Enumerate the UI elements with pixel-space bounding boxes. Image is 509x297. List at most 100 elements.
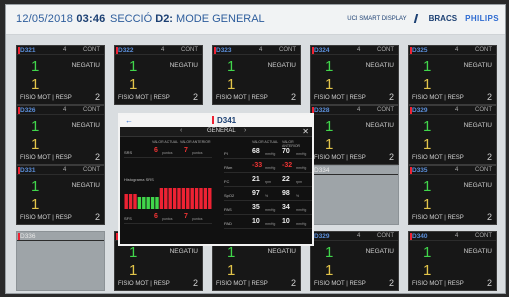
bed-fisio-count: 2 [486,278,492,288]
bed-tile[interactable]: D335 4 CONT 1 NEGATIU 1 FISIO MOT | RESP 2 [408,165,497,225]
bed-tile[interactable]: D334 [310,165,399,225]
section-mode: MODE GENERAL [176,13,265,25]
bed-count: 4 [455,107,459,113]
bed-value-yellow: 1 [31,76,40,93]
brand-name: BRACS [428,14,458,23]
bed-cont: CONT [377,107,394,113]
bed-id: D324 [314,47,330,54]
bed-value-green: 1 [325,58,334,75]
bed-tile[interactable]: D325 4 CONT 1 NEGATIU 1 FISIO MOT | RESP 2 [408,45,497,105]
back-arrow-icon[interactable]: ← [125,116,133,125]
date-time: 12/05/2018 03:46 [16,13,105,25]
bed-tile[interactable]: D340 4 CONT 1 NEGATIU 1 FISIO MOT | RESP 2 [408,231,497,291]
bed-fisio: FISIO MOT | RESP [412,155,464,161]
bed-tile[interactable]: D322 4 CONT 1 NEGATIU 1 FISIO MOT | RESP 2 [114,45,203,105]
bed-header: D331 4 CONT [17,166,104,175]
bed-header: D340 4 CONT [409,232,496,241]
bed-header: D334 [311,166,398,175]
bed-header: D324 4 CONT [311,46,398,55]
vital-label: PAD [224,221,232,226]
bed-fisio: FISIO MOT | RESP [412,95,464,101]
bed-value-green: 1 [423,58,432,75]
histogram-bar [150,197,155,209]
vital-prev-unit: mmHg [296,166,307,170]
row-prev-value: 7 [184,213,188,220]
bed-tile[interactable]: D326 4 CONT 1 NEGATIU 1 FISIO MOT | RESP 2 [16,105,105,165]
bed-value-green: 1 [31,118,40,135]
bed-tile[interactable]: D329 4 CONT 1 NEGATIU 1 FISIO MOT | RESP 2 [408,105,497,165]
bed-value-yellow: 1 [423,136,432,153]
bed-tile[interactable]: D329 4 CONT 1 NEGATIU 1 FISIO MOT | RESP 2 [310,231,399,291]
bed-id: D334 [314,167,330,174]
histogram-bar [133,194,137,209]
smart-display-window: 12/05/2018 03:46 SECCIÓ D2: MODE GENERAL… [5,4,506,294]
vital-row: PAS 35 mmHg 34 mmHg [224,203,312,215]
prev-tab-icon[interactable]: ‹ [180,127,182,134]
bed-value-yellow: 1 [325,76,334,93]
bed-status: NEGATIU [365,248,394,255]
bed-cont: CONT [475,47,492,53]
vital-unit: % [265,194,269,198]
bed-status: NEGATIU [169,248,198,255]
bed-cont: CONT [181,47,198,53]
vital-value: 10 [252,218,260,225]
bed-tile[interactable]: D321 4 CONT 1 NEGATIU 1 FISIO MOT | RESP 2 [16,45,105,105]
bed-status: NEGATIU [267,62,296,69]
bed-count: 4 [161,47,165,53]
vital-row: SpO2 97% 98% [224,189,312,201]
bed-cont: CONT [475,233,492,239]
vital-unit: mmHg [265,222,276,226]
bed-cont: CONT [83,107,100,113]
vital-prev-unit: mmHg [296,222,307,226]
bed-value-yellow: 1 [423,76,432,93]
popup-bed-id: D341 [217,116,237,125]
bed-fisio-count: 2 [94,152,100,162]
bed-header: D329 4 CONT [311,232,398,241]
bed-value-yellow: 1 [325,136,334,153]
right-col-actual: VALOR ACTUAL [252,140,279,144]
bed-tile[interactable]: D331 4 CONT 1 NEGATIU 1 FISIO MOT | RESP 2 [16,165,105,225]
bed-cont: CONT [83,167,100,173]
bed-cont: CONT [377,47,394,53]
bed-tile[interactable]: D324 4 CONT 1 NEGATIU 1 FISIO MOT | RESP 2 [310,45,399,105]
bed-fisio-count: 2 [388,278,394,288]
bed-tile[interactable]: D336 [16,231,105,291]
histogram-bar [177,188,181,209]
bed-status: NEGATIU [463,182,492,189]
bed-value-yellow: 1 [31,196,40,213]
srs-histogram [124,188,212,209]
vital-prev-unit: rpm [296,180,303,184]
bed-tile[interactable]: D328 4 CONT 1 NEGATIU 1 FISIO MOT | RESP 2 [310,105,399,165]
bed-count: 4 [357,47,361,53]
next-tab-icon[interactable]: › [244,127,246,134]
section-prefix: SECCIÓ [110,13,153,25]
bed-count: 4 [63,47,67,53]
left-col-actual: VALOR ACTUAL [152,140,179,144]
bed-id: D329 [314,233,330,240]
bed-fisio: FISIO MOT | RESP [20,155,72,161]
bed-header: D323 4 CONT [213,46,300,55]
bed-tile[interactable]: D323 4 CONT 1 NEGATIU 1 FISIO MOT | RESP 2 [212,45,301,105]
bed-cont: CONT [83,47,100,53]
bed-detail-popup[interactable]: ← D341 ‹ GENERAL › ✕ VALOR ACTUAL VALOR … [118,113,314,246]
bed-header: D335 4 CONT [409,166,496,175]
bed-id: D325 [412,47,428,54]
vital-label: FC [224,179,230,184]
vital-label: PAS [224,207,232,212]
tab-general[interactable]: GENERAL [207,128,236,134]
vital-value: 97 [252,190,260,197]
bracs-logo-icon [413,14,422,23]
row-label: SRS [124,150,133,155]
bed-fisio-count: 2 [388,92,394,102]
bed-header: D329 4 CONT [409,106,496,115]
bed-id: D336 [20,233,36,240]
close-icon[interactable]: ✕ [302,127,309,136]
vital-prev-unit: mmHg [296,152,307,156]
vital-prev-value: 98 [282,190,290,197]
bed-id: D323 [216,47,232,54]
popup-header: ← D341 [120,115,312,127]
bed-header: D326 4 CONT [17,106,104,115]
bed-id: D321 [20,47,36,54]
popup-title: D341 [212,116,236,125]
philips-logo: PHILIPS [465,14,499,23]
